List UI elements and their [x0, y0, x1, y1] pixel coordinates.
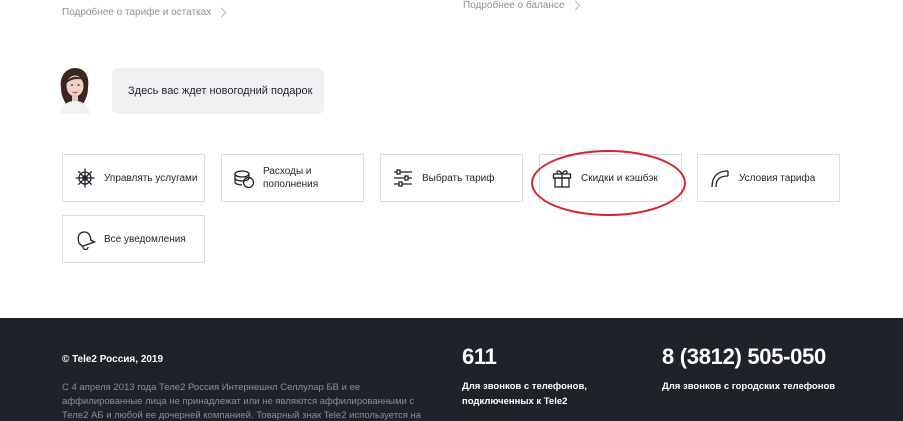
coins-icon [233, 167, 255, 189]
phone-short-description: Для звонков с телефонов, подключенных к … [462, 379, 587, 409]
discounts-cashback-button[interactable]: Скидки и кэшбэк [539, 154, 682, 202]
tariff-details-label: Подробнее о тарифе и остатках [62, 7, 212, 18]
gift-icon [551, 167, 573, 189]
tile-label: Управлять услугами [104, 172, 198, 184]
phone-city[interactable]: 8 (3812) 505-050 [662, 344, 826, 370]
phone-city-description: Для звонков с городских телефонов [662, 381, 836, 392]
tile-label: Все уведомления [104, 233, 186, 245]
assistant-message: Здесь вас ждет новогодний подарок [128, 85, 313, 97]
sliders-icon [392, 167, 414, 189]
phone-short-desc-line2: подключенных к Tele2 [462, 396, 568, 407]
tile-label: Условия тарифа [739, 172, 816, 184]
chevron-right-icon [570, 0, 580, 11]
balance-details-link[interactable]: Подробнее о балансе [463, 0, 580, 11]
phone-short-desc-line1: Для звонков с телефонов, [462, 381, 587, 392]
balance-details-label: Подробнее о балансе [463, 0, 565, 11]
chevron-right-icon [216, 7, 227, 18]
assistant-message-bubble[interactable]: Здесь вас ждет новогодний подарок [112, 68, 324, 114]
tile-label: Скидки и кэшбэк [581, 172, 658, 184]
all-notifications-button[interactable]: Все уведомления [62, 215, 205, 263]
tile-label: Выбрать тариф [422, 172, 495, 184]
tile-label: Расходы и пополнения [263, 166, 319, 190]
copyright: © Tele2 Россия, 2019 [62, 354, 164, 365]
helm-icon [74, 167, 96, 189]
bell-icon [74, 228, 96, 250]
legal-text: С 4 апреля 2013 года Теле2 Россия Интерн… [62, 382, 422, 421]
footer: © Tele2 Россия, 2019 С 4 апреля 2013 год… [0, 318, 903, 421]
expenses-and-topups-button[interactable]: Расходы и пополнения [221, 154, 364, 202]
phone-short[interactable]: 611 [462, 344, 497, 370]
manage-services-button[interactable]: Управлять услугами [62, 154, 205, 202]
choose-tariff-button[interactable]: Выбрать тариф [380, 154, 523, 202]
tariff-details-link[interactable]: Подробнее о тарифе и остатках [62, 7, 227, 18]
assistant-avatar [54, 66, 94, 114]
curve-icon [709, 167, 731, 189]
tariff-terms-button[interactable]: Условия тарифа [697, 154, 840, 202]
